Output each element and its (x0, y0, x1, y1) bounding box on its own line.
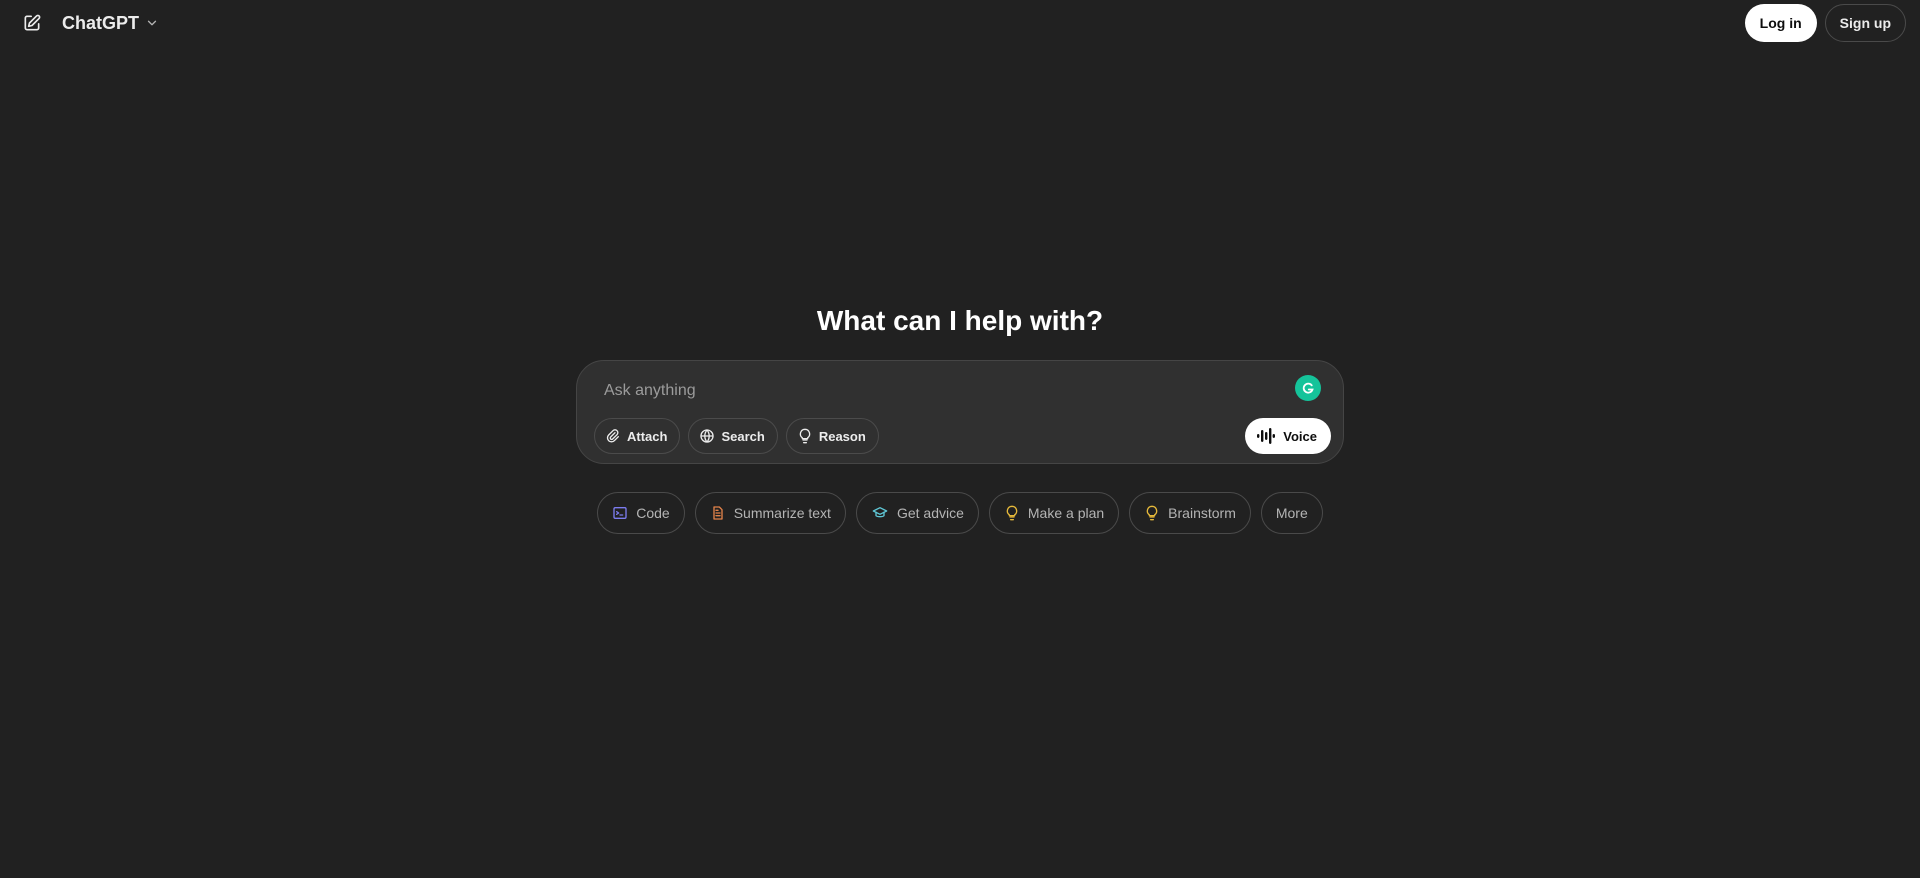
lightbulb-icon (1006, 505, 1018, 521)
suggestion-code[interactable]: Code (597, 492, 685, 534)
suggestion-summarize-text[interactable]: Summarize text (694, 492, 846, 534)
globe-icon (700, 429, 715, 443)
grammarly-icon (1302, 382, 1314, 394)
new-chat-button[interactable] (18, 10, 46, 36)
composer: Attach Search Reason Voice (576, 360, 1344, 464)
voice-waveform-icon (1257, 428, 1276, 444)
attach-button[interactable]: Attach (594, 418, 681, 454)
suggestion-label: Make a plan (1027, 505, 1105, 521)
document-icon (713, 506, 723, 520)
reason-button[interactable]: Reason (785, 418, 879, 454)
suggestion-label: Code (636, 505, 670, 521)
voice-label: Voice (1283, 428, 1317, 444)
suggestion-label: More (1275, 505, 1308, 521)
composer-tools: Attach Search Reason (594, 418, 879, 454)
model-picker[interactable]: ChatGPT (62, 10, 159, 36)
search-label: Search (721, 428, 765, 444)
lightbulb-icon (799, 428, 811, 444)
lightbulb-icon (1146, 505, 1158, 521)
chevron-down-icon (147, 20, 157, 26)
suggestion-make-a-plan[interactable]: Make a plan (988, 492, 1120, 534)
reason-label: Reason (818, 428, 866, 444)
top-bar: ChatGPT Log in Sign up (0, 0, 1920, 46)
terminal-icon (613, 507, 627, 519)
paperclip-icon (606, 429, 619, 443)
suggestion-label: Brainstorm (1168, 505, 1236, 521)
suggestion-brainstorm[interactable]: Brainstorm (1129, 492, 1251, 534)
graduation-cap-icon (872, 507, 888, 518)
grammarly-button[interactable] (1295, 375, 1321, 401)
edit-icon (24, 14, 41, 31)
page-title: What can I help with? (816, 305, 1104, 336)
search-button[interactable]: Search (688, 418, 778, 454)
suggestion-get-advice[interactable]: Get advice (855, 492, 979, 534)
prompt-input[interactable] (604, 379, 1244, 403)
suggestion-label: Summarize text (733, 505, 831, 521)
voice-button[interactable]: Voice (1245, 418, 1331, 454)
more-suggestions-button[interactable]: More (1260, 492, 1323, 534)
auth-buttons: Log in Sign up (1744, 4, 1906, 42)
attach-label: Attach (627, 428, 668, 444)
suggestion-chips: Code Summarize text Get advice Make a pl… (0, 492, 1920, 534)
signup-button[interactable]: Sign up (1824, 4, 1906, 42)
model-name: ChatGPT (62, 12, 140, 33)
suggestion-label: Get advice (896, 505, 964, 521)
login-button[interactable]: Log in (1744, 4, 1817, 42)
